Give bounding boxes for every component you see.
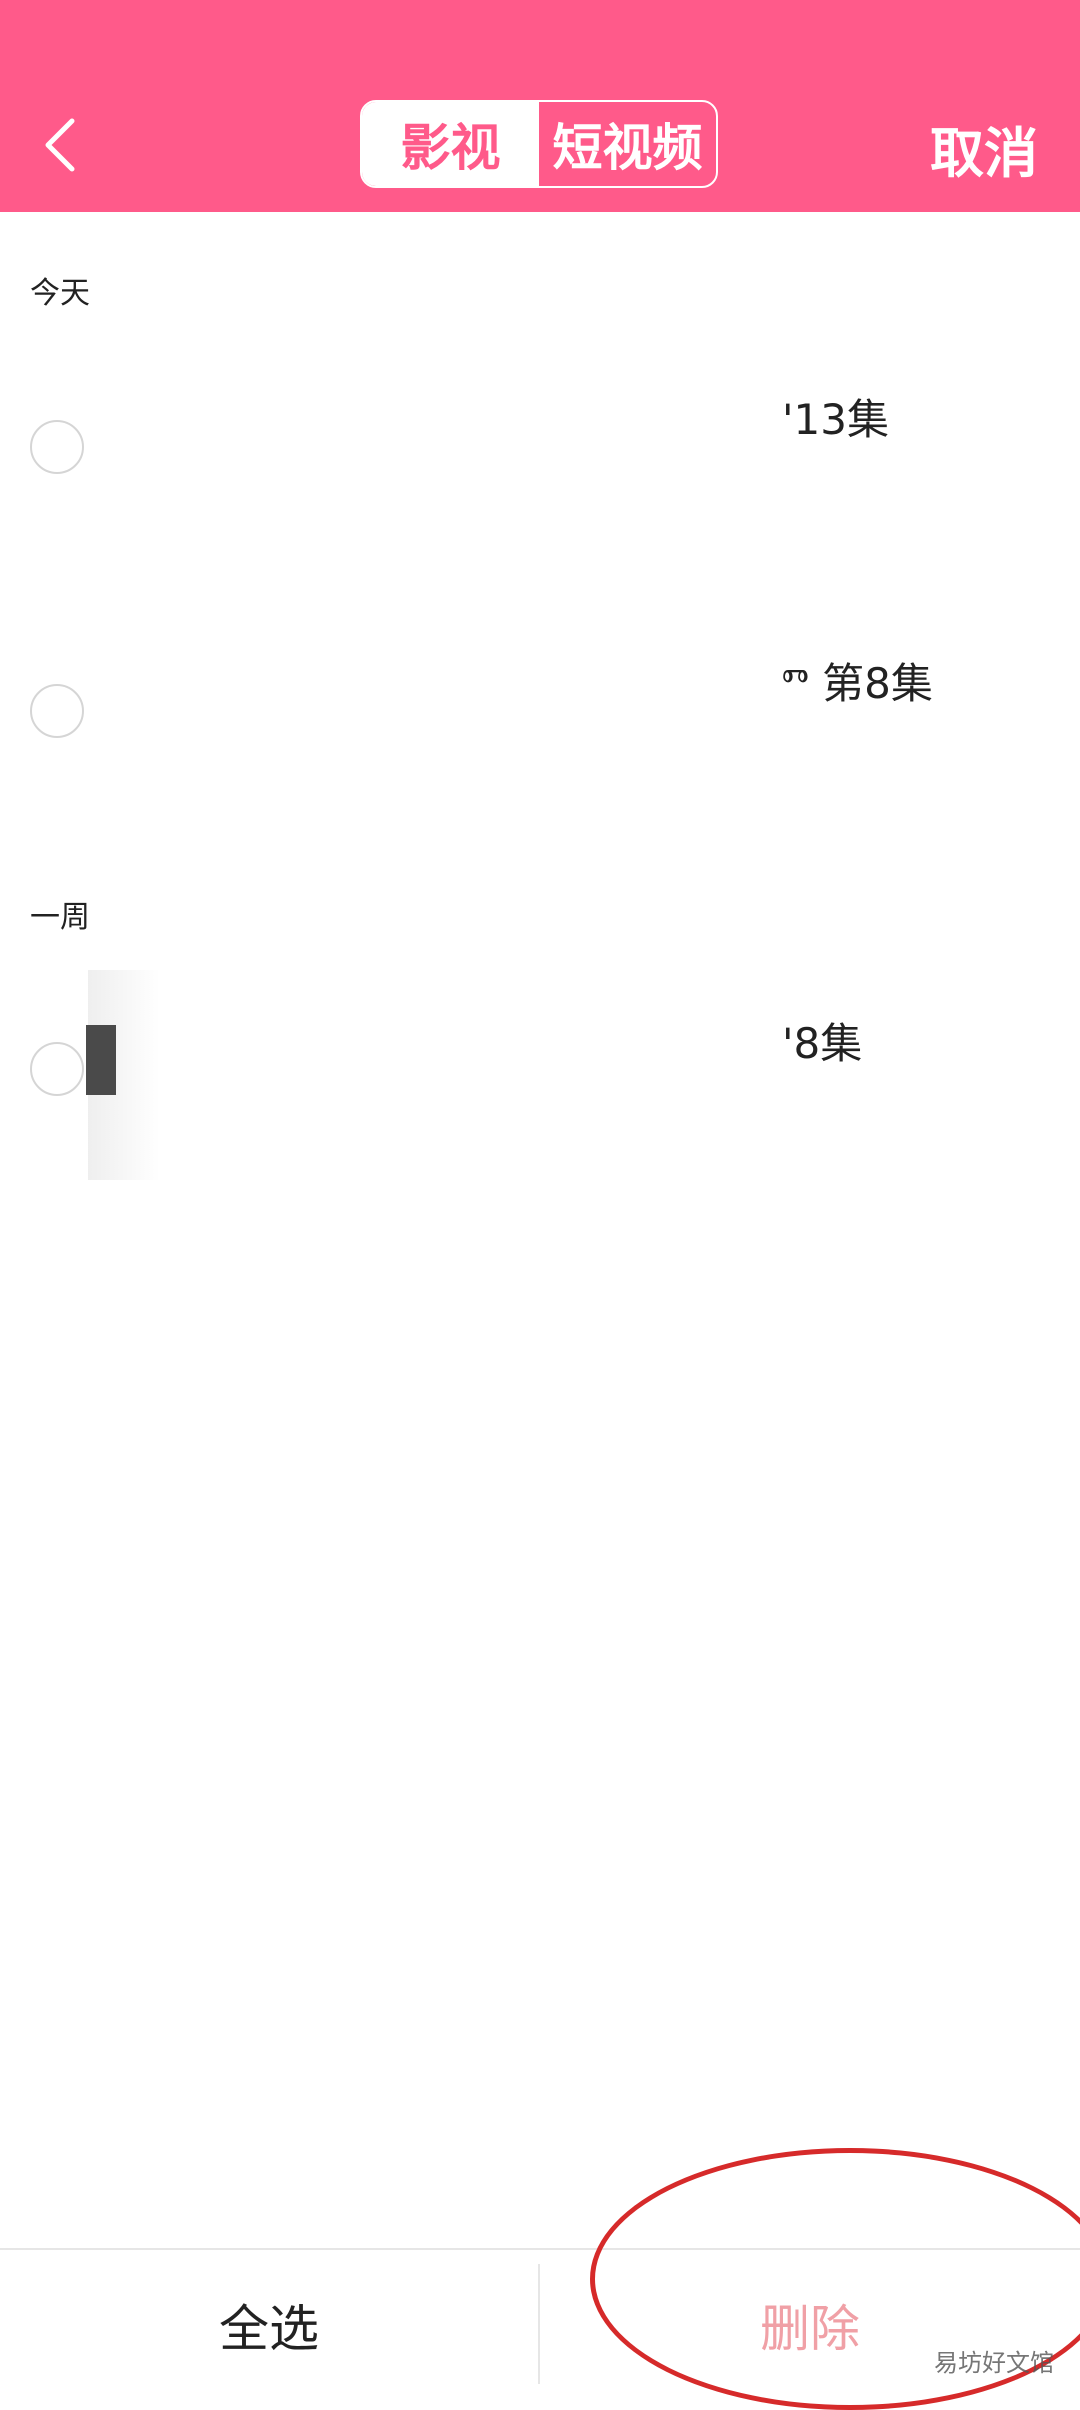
select-radio[interactable] [30,1042,84,1096]
tab-movies[interactable]: 影视 [362,102,539,186]
section-label-week: 一周 [30,900,90,935]
section-label-today: 今天 [30,276,90,311]
back-button[interactable] [30,105,90,185]
tab-switcher: 影视 短视频 [360,100,718,188]
select-radio[interactable] [30,684,84,738]
list-item-title: '8集 [782,1019,863,1068]
list-item-title: ⱅ 第8集 [782,659,933,708]
bottom-action-bar: 全选 删除 [0,2248,1080,2400]
list-item-title: '13集 [782,395,889,444]
list-item[interactable]: '8集 [0,970,1080,1170]
select-all-button[interactable]: 全选 [0,2250,538,2400]
select-radio[interactable] [30,420,84,474]
chevron-left-icon [45,118,75,172]
tab-short-videos[interactable]: 短视频 [539,102,716,186]
list-item[interactable]: '13集 [0,350,1080,550]
top-bar: 影视 短视频 取消 [0,0,1080,212]
watermark: 易坊好文馆 [934,2349,1054,2377]
cancel-button[interactable]: 取消 [930,108,1038,188]
list-item[interactable]: ⱅ 第8集 [0,614,1080,814]
